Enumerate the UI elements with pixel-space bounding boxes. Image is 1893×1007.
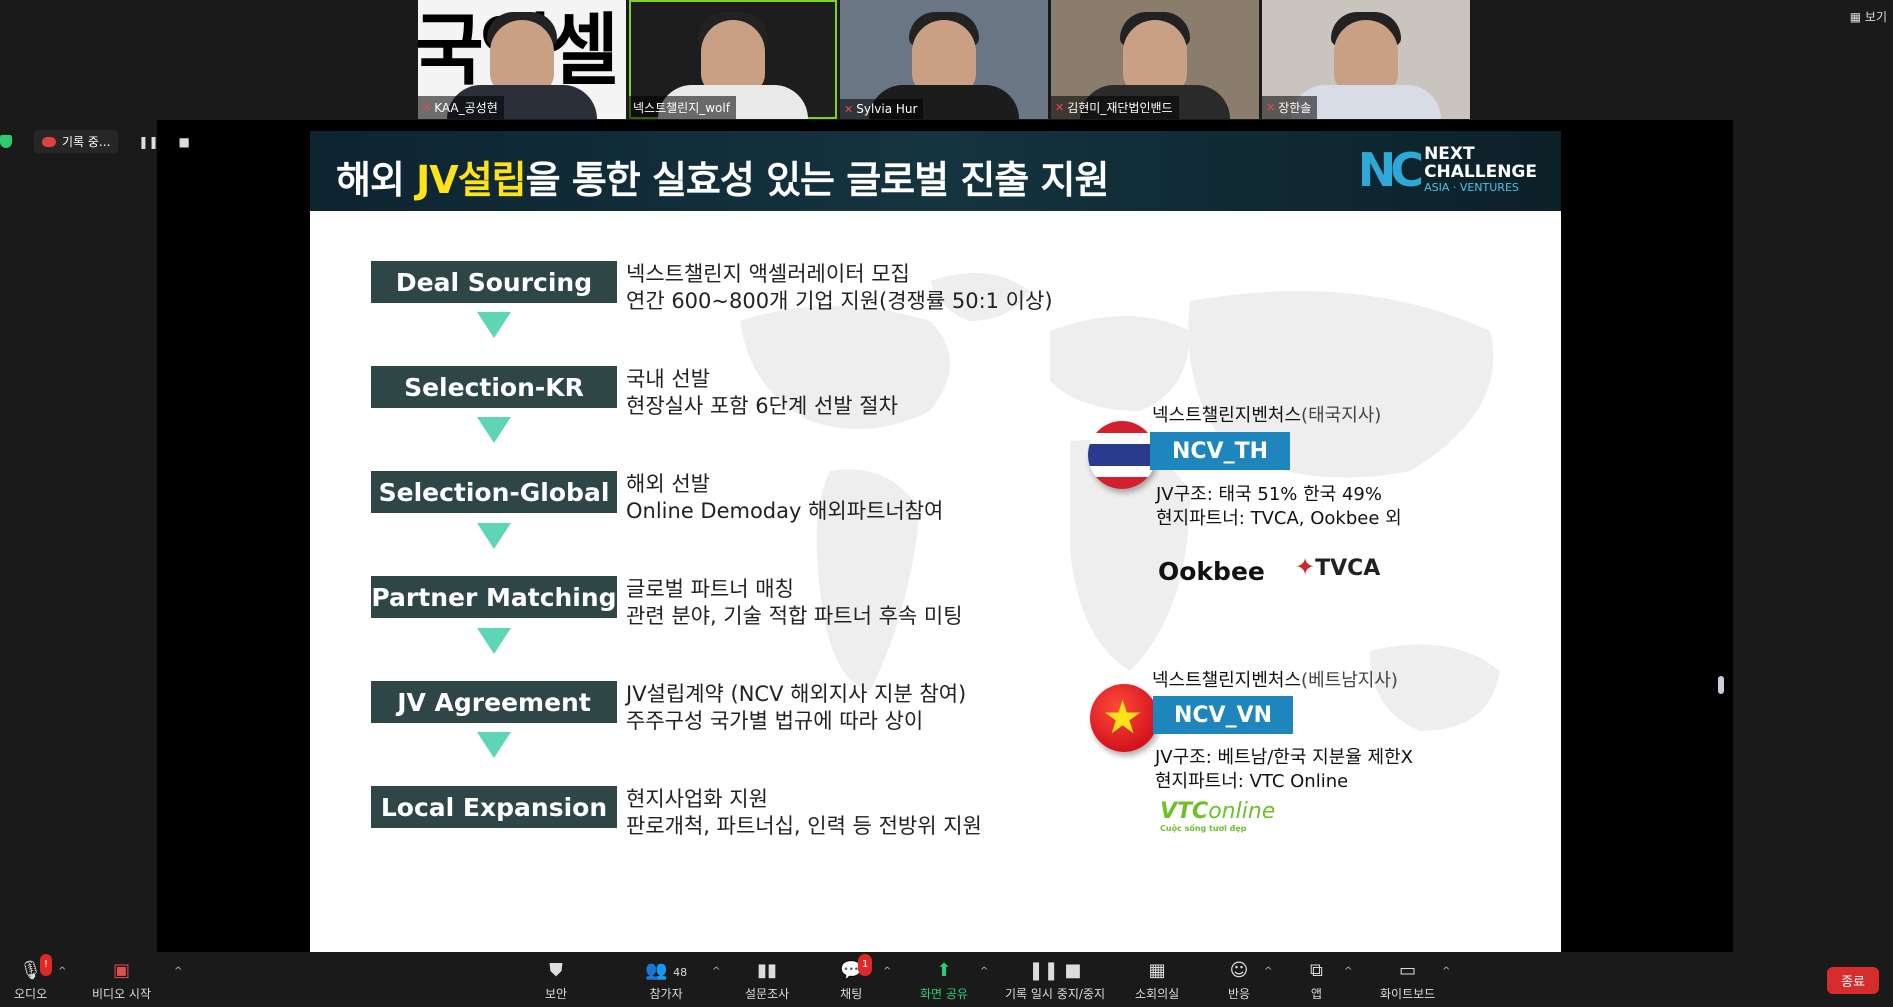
whiteboard-button[interactable]: ▭ 화이트보드 xyxy=(1380,960,1435,1002)
chat-bubble-icon: 💬 1 xyxy=(840,954,873,982)
reactions-caret-icon[interactable]: ^ xyxy=(1264,966,1272,977)
step-description: 현지사업화 지원 판로개척, 파트너십, 인력 등 전방위 지원 xyxy=(626,787,982,838)
pause-recording-icon[interactable]: ❚❚ xyxy=(138,135,158,149)
step-deal-sourcing: Deal Sourcing xyxy=(371,261,617,303)
step-jv-agreement: JV Agreement xyxy=(371,681,617,723)
share-caret-icon[interactable]: ^ xyxy=(980,966,988,977)
down-arrow-icon xyxy=(477,312,511,338)
security-button[interactable]: ⛊ 보안 xyxy=(545,960,567,1002)
smiley-icon: ☺ xyxy=(1229,960,1249,981)
chat-button[interactable]: 💬 1 채팅 xyxy=(840,954,873,1002)
apps-icon: ⧉ xyxy=(1310,960,1323,981)
thailand-branch-title: 넥스트챌린지벤처스(태국지사) xyxy=(1152,405,1382,426)
shield-icon: ⛊ xyxy=(549,960,563,981)
recording-pill: 기록 중... xyxy=(34,130,119,153)
video-off-icon: ▣ xyxy=(113,960,131,981)
mic-muted-icon: ✕ xyxy=(844,102,854,116)
ookbee-logo: Ookbee xyxy=(1158,557,1265,586)
mic-muted-icon: ✕ xyxy=(422,101,432,114)
recording-label: 기록 중... xyxy=(62,135,111,149)
share-screen-button[interactable]: ⬆ 화면 공유 xyxy=(920,960,968,1002)
participants-button[interactable]: 👥 48 참가자 xyxy=(645,960,687,1002)
pause-stop-recording-button[interactable]: ❚❚ ■ 기록 일시 중지/중지 xyxy=(1005,960,1105,1002)
participant-tile[interactable]: 국액셀 ✕KAA_공성현 xyxy=(418,0,626,119)
microphone-icon: 🎙! xyxy=(19,954,52,982)
participant-tile-active-speaker[interactable]: 넥스트챌린지_wolf xyxy=(629,0,837,119)
nc-logo-mark-icon: NC xyxy=(1357,142,1424,197)
down-arrow-icon xyxy=(477,732,511,758)
step-description: 국내 선발 현장실사 포함 6단계 선발 절차 xyxy=(626,367,898,418)
meeting-toolbar: 🎙! 오디오 ^ ▣ 비디오 시작 ^ ⛊ 보안 👥 48 참가자 ^ ▮▮ 설… xyxy=(0,952,1893,1007)
scrollbar-handle[interactable] xyxy=(1718,676,1724,694)
down-arrow-icon xyxy=(477,628,511,654)
step-description: 해외 선발 Online Demoday 해외파트너참여 xyxy=(626,472,944,523)
reactions-button[interactable]: ☺ 반응 xyxy=(1228,960,1250,1002)
apps-caret-icon[interactable]: ^ xyxy=(1344,966,1352,977)
mic-muted-icon: ✕ xyxy=(1055,101,1065,114)
chat-caret-icon[interactable]: ^ xyxy=(883,966,891,977)
vietnam-flag-icon: ★ xyxy=(1090,684,1158,752)
participant-name: 넥스트챌린지_wolf xyxy=(629,96,736,119)
grid-icon: ▦ xyxy=(1148,960,1166,981)
whiteboard-caret-icon[interactable]: ^ xyxy=(1442,966,1450,977)
participant-name: ✕ 장한솔 xyxy=(1262,96,1318,119)
start-video-button[interactable]: ▣ 비디오 시작 xyxy=(92,960,151,1002)
vietnam-info: JV구조: 베트남/한국 지분율 제한X 현지파트너: VTC Online xyxy=(1155,747,1413,792)
breakout-rooms-button[interactable]: ▦ 소회의실 xyxy=(1135,960,1179,1002)
polls-button[interactable]: ▮▮ 설문조사 xyxy=(745,960,789,1002)
thailand-flag-icon xyxy=(1088,421,1156,489)
whiteboard-icon: ▭ xyxy=(1399,960,1417,981)
slide-header: 해외 JV설립을 통한 실효성 있는 글로벌 진출 지원 NC NEXT CHA… xyxy=(310,131,1561,211)
mic-muted-icon: ✕ xyxy=(1266,101,1276,114)
step-description: JV설립계약 (NCV 해외지사 지분 참여) 주주구성 국가별 법규에 따라 상… xyxy=(626,682,967,733)
next-challenge-logo: NC NEXT CHALLENGE ASIA · VENTURES xyxy=(1357,142,1537,197)
people-icon: 👥 48 xyxy=(645,960,688,981)
cloud-record-icon xyxy=(42,136,56,147)
recording-indicator: 기록 중... ❚❚ ■ xyxy=(0,130,190,153)
step-partner-matching: Partner Matching xyxy=(371,576,617,618)
step-local-expansion: Local Expansion xyxy=(371,786,617,828)
share-screen-icon: ⬆ xyxy=(936,960,952,981)
step-description: 글로벌 파트너 매칭 관련 분야, 기술 적합 파트너 후속 미팅 xyxy=(626,577,963,628)
view-options-button[interactable]: ▦ 보기 xyxy=(1850,8,1887,25)
bar-chart-icon: ▮▮ xyxy=(757,960,777,981)
video-options-caret-icon[interactable]: ^ xyxy=(174,966,182,977)
encryption-shield-icon xyxy=(0,135,12,148)
participants-caret-icon[interactable]: ^ xyxy=(712,966,720,977)
participant-name: ✕ KAA_공성현 xyxy=(418,96,504,119)
vtc-online-logo: VTConline Cuộc sống tươi đẹp xyxy=(1160,799,1276,833)
vietnam-branch-title: 넥스트챌린지벤처스(베트남지사) xyxy=(1152,670,1398,691)
pause-stop-icon: ❚❚ ■ xyxy=(1028,960,1082,981)
down-arrow-icon xyxy=(477,417,511,443)
slide-title: 해외 JV설립을 통한 실효성 있는 글로벌 진출 지원 xyxy=(336,158,1109,202)
down-arrow-icon xyxy=(477,523,511,549)
thailand-info: JV구조: 태국 51% 한국 49% 현지파트너: TVCA, Ookbee … xyxy=(1156,484,1402,529)
presentation-slide: 해외 JV설립을 통한 실효성 있는 글로벌 진출 지원 NC NEXT CHA… xyxy=(310,131,1561,954)
tvca-mark-icon: ✦ xyxy=(1295,553,1316,581)
participant-name: ✕ 김현미_재단법인밴드 xyxy=(1051,96,1179,119)
participant-tile[interactable]: ✕ 장한솔 xyxy=(1262,0,1470,119)
participant-name: ✕ Sylvia Hur xyxy=(840,99,924,119)
stop-recording-icon[interactable]: ■ xyxy=(179,135,190,149)
participant-tile[interactable]: ✕ 김현미_재단법인밴드 xyxy=(1051,0,1259,119)
tvca-logo: ✦TVCA xyxy=(1295,553,1381,581)
audio-button[interactable]: 🎙! 오디오 xyxy=(14,954,52,1002)
step-selection-kr: Selection-KR xyxy=(371,366,617,408)
end-meeting-button[interactable]: 종료 xyxy=(1827,967,1879,994)
ncv-vn-label: NCV_VN xyxy=(1153,696,1293,734)
view-label: 보기 xyxy=(1864,10,1887,24)
step-description: 넥스트챌린지 액셀러레이터 모집 연간 600~800개 기업 지원(경쟁률 50… xyxy=(626,262,1053,313)
audio-options-caret-icon[interactable]: ^ xyxy=(58,966,66,977)
step-selection-global: Selection-Global xyxy=(371,471,617,513)
apps-button[interactable]: ⧉ 앱 xyxy=(1310,960,1323,1002)
ncv-th-label: NCV_TH xyxy=(1150,432,1290,470)
participant-strip: 국액셀 ✕KAA_공성현 넥스트챌린지_wolf ✕Sylvia Hur ✕김현… xyxy=(418,0,1470,119)
grid-icon: ▦ xyxy=(1849,10,1862,24)
participant-tile[interactable]: ✕ Sylvia Hur xyxy=(840,0,1048,119)
